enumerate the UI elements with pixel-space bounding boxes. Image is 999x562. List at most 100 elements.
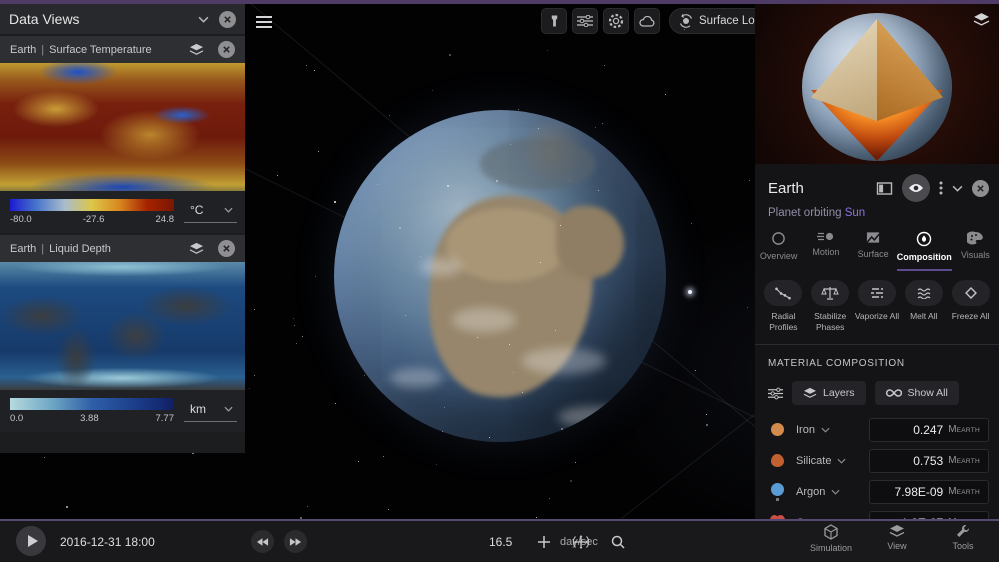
temperature-unit-select[interactable]: °C: [184, 197, 237, 223]
time-rate-value[interactable]: 16.5: [489, 521, 512, 562]
action-label: Freeze All: [951, 311, 990, 321]
motion-icon: [816, 232, 833, 241]
layer-options-button[interactable]: [189, 242, 204, 255]
chevron-down-icon: [198, 16, 209, 23]
star: [560, 225, 561, 226]
expand-material-button[interactable]: [831, 489, 840, 495]
composition-icon: [917, 231, 932, 247]
star: [509, 344, 510, 345]
close-layer-button[interactable]: [218, 240, 235, 257]
cutaway-sphere: [802, 13, 952, 161]
focus-move-button[interactable]: [568, 529, 594, 555]
collapse-panel-button[interactable]: [198, 16, 209, 23]
play-button[interactable]: [16, 526, 46, 556]
freeze-all-button[interactable]: Freeze All: [947, 280, 994, 333]
surface-temperature-map[interactable]: [0, 63, 245, 191]
menu-button[interactable]: [252, 12, 276, 32]
gear-dashed-button[interactable]: [603, 8, 629, 34]
stabilize-phases-button[interactable]: Stabilize Phases: [807, 280, 854, 333]
tool-label: Tools: [952, 541, 974, 551]
radial-profiles-button[interactable]: Radial Profiles: [760, 280, 807, 333]
filter-sliders-icon: [577, 15, 593, 27]
filter-sliders-button[interactable]: [572, 8, 598, 34]
layers-button[interactable]: Layers: [792, 381, 866, 406]
star: [383, 456, 384, 457]
tab-motion[interactable]: Motion: [802, 226, 849, 271]
add-object-button[interactable]: [531, 529, 557, 555]
cloud-layer-button[interactable]: [634, 8, 660, 34]
star: [538, 128, 539, 129]
material-dot-stack: [770, 423, 784, 437]
simulation-menu-button[interactable]: Simulation: [805, 524, 857, 553]
expand-material-button[interactable]: [837, 458, 846, 464]
tab-composition[interactable]: Composition: [896, 226, 952, 271]
action-pill: [951, 280, 990, 306]
temperature-scale-labels: -80.0 -27.6 24.8: [10, 214, 174, 225]
layer-options-button[interactable]: [189, 43, 204, 56]
vaporize-all-button[interactable]: Vaporize All: [854, 280, 901, 333]
star: [595, 127, 596, 128]
iron-mass-field[interactable]: 0.247 MEARTH: [869, 417, 989, 442]
close-layer-button[interactable]: [218, 41, 235, 58]
preview-layers-button[interactable]: [973, 12, 990, 32]
wrench-icon: [957, 525, 970, 537]
close-panel-button[interactable]: [219, 10, 236, 28]
star: [561, 428, 563, 430]
search-button[interactable]: [605, 529, 631, 555]
visibility-button[interactable]: [902, 174, 930, 202]
parent-body-link[interactable]: Sun: [845, 207, 865, 219]
layers-icon: [803, 387, 817, 399]
chevron-down-icon: [821, 427, 830, 433]
star: [335, 403, 336, 404]
object-subtitle: Planet orbiting Sun: [755, 202, 999, 226]
pin-panel-button[interactable]: [876, 181, 893, 195]
simulation-datetime[interactable]: 2016-12-31 18:00: [60, 521, 155, 562]
layers-icon: [973, 13, 990, 26]
slow-down-button[interactable]: [251, 530, 274, 553]
star: [377, 184, 378, 185]
tab-visuals[interactable]: Visuals: [952, 226, 999, 271]
earth-cutaway-preview[interactable]: [755, 4, 999, 164]
action-pill: [904, 280, 943, 306]
bottom-right-tools: Simulation View Tools: [805, 524, 989, 553]
bottom-accent-line: [0, 519, 999, 521]
earth-3d-globe[interactable]: [334, 110, 666, 442]
rewind-icon: [256, 537, 269, 546]
tab-overview[interactable]: Overview: [755, 226, 802, 271]
filter-button[interactable]: [768, 387, 783, 400]
panel-icon: [876, 181, 893, 195]
more-options-button[interactable]: [939, 181, 943, 195]
show-all-button[interactable]: Show All: [874, 381, 959, 406]
object-tabs: Overview Motion Surface Composition Visu…: [755, 226, 999, 271]
view-menu-button[interactable]: View: [871, 524, 923, 553]
scale-mid: 3.88: [80, 413, 99, 424]
depth-unit-select[interactable]: km: [184, 396, 237, 422]
action-label: Melt All: [910, 311, 938, 321]
melt-all-button[interactable]: Melt All: [900, 280, 947, 333]
tools-menu-button[interactable]: Tools: [937, 524, 989, 553]
expand-material-button[interactable]: [821, 427, 830, 433]
argon-mass-field[interactable]: 7.98E-09 MEARTH: [869, 479, 989, 504]
star: [315, 276, 316, 277]
action-label: Vaporize All: [854, 311, 900, 321]
visuals-palette-icon: [967, 231, 984, 245]
flashlight-button[interactable]: [541, 8, 567, 34]
tab-label: Surface: [857, 249, 889, 259]
tab-surface[interactable]: Surface: [850, 226, 897, 271]
star: [449, 54, 451, 56]
speed-up-button[interactable]: [284, 530, 307, 553]
layers-icon: [189, 43, 204, 55]
menu-icon: [256, 16, 272, 28]
close-object-button[interactable]: [972, 179, 989, 197]
material-row-iron: Iron 0.247 MEARTH: [755, 414, 999, 445]
collapse-object-button[interactable]: [952, 185, 963, 192]
liquid-depth-map[interactable]: [0, 262, 245, 390]
silicate-mass-field[interactable]: 0.753 MEARTH: [869, 448, 989, 473]
star: [296, 343, 297, 344]
temperature-scale: -80.0 -27.6 24.8 °C: [0, 191, 245, 233]
show-all-button-label: Show All: [907, 387, 948, 400]
tool-label: View: [887, 541, 907, 551]
star: [549, 498, 550, 499]
cloud: [558, 406, 630, 428]
composition-controls: Layers Show All: [755, 373, 999, 414]
